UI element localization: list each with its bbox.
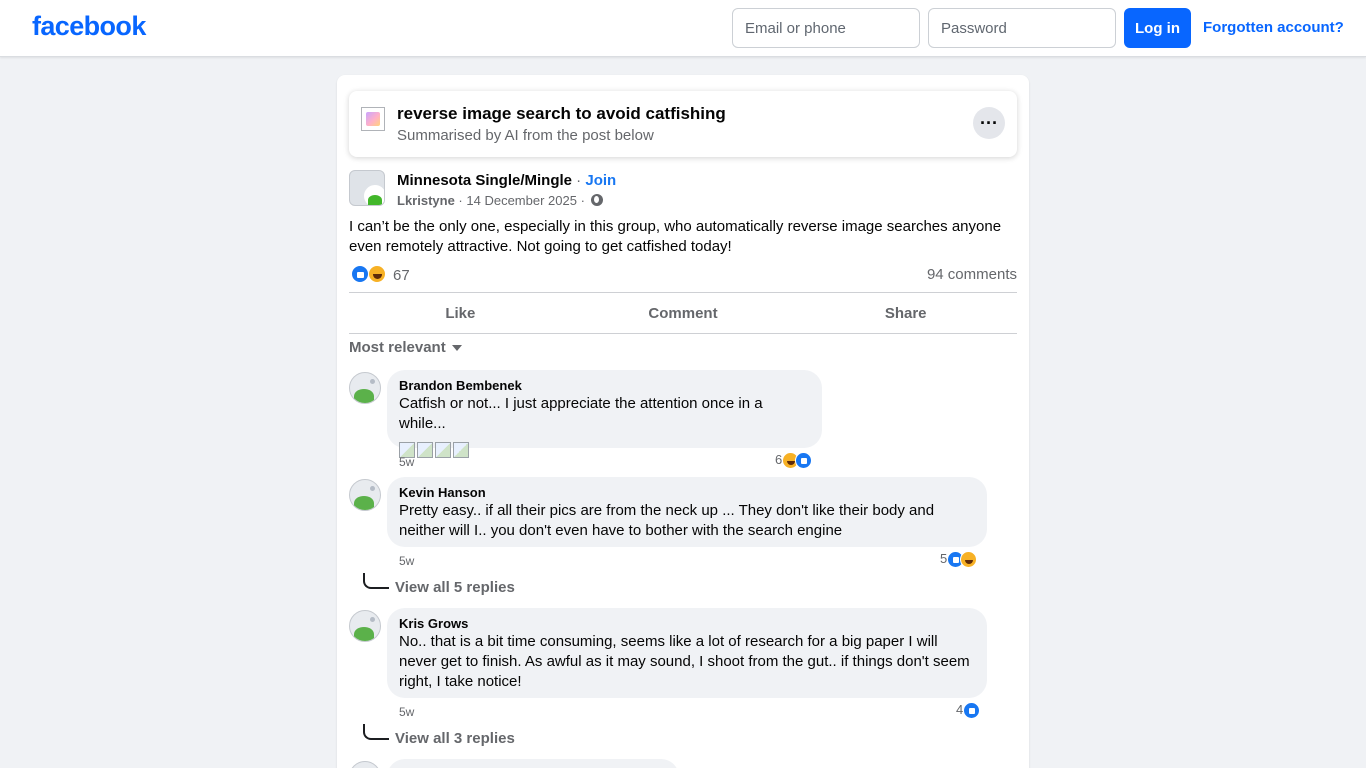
comment-reaction-count: 6: [775, 452, 783, 467]
commenter-avatar[interactable]: [349, 761, 381, 768]
comment-text: Catfish or not... I just appreciate the …: [399, 395, 763, 432]
comment-sort-dropdown[interactable]: Most relevant: [349, 339, 462, 356]
view-replies-link[interactable]: View all 3 replies: [395, 730, 515, 747]
comment-bubble: Kris Grows No.. that is a bit time consu…: [387, 608, 987, 698]
comment-reaction-count: 5: [940, 551, 948, 566]
separator: ·: [576, 193, 589, 208]
facebook-logo[interactable]: facebook: [32, 11, 146, 42]
summary-title: reverse image search to avoid catfishing: [397, 104, 726, 123]
like-reaction-icon[interactable]: [351, 265, 369, 283]
comment-text: Pretty easy.. if all their pics are from…: [399, 502, 935, 539]
group-avatar[interactable]: [349, 170, 385, 206]
post-date[interactable]: 14 December 2025: [466, 193, 577, 208]
post-meta: Lkristyne · 14 December 2025 ·: [397, 193, 603, 208]
ai-summary-box: reverse image search to avoid catfishing…: [349, 91, 1017, 157]
top-navbar: facebook Log in Forgotten account?: [0, 0, 1366, 57]
comment-button[interactable]: Comment: [572, 293, 795, 333]
post-actions: Like Comment Share: [349, 292, 1017, 334]
share-button[interactable]: Share: [794, 293, 1017, 333]
group-name-link[interactable]: Minnesota Single/Mingle: [397, 172, 572, 189]
commenter-avatar[interactable]: [349, 372, 381, 404]
comment-reactions[interactable]: 4: [956, 702, 981, 720]
login-button[interactable]: Log in: [1124, 8, 1191, 48]
comment-timestamp[interactable]: 5w: [399, 455, 414, 469]
haha-reaction-icon: [960, 551, 978, 569]
comments-count[interactable]: 94 comments: [927, 266, 1017, 283]
separator: ·: [572, 172, 586, 189]
globe-icon: [590, 194, 603, 206]
reply-connector: [363, 573, 389, 589]
comment-text: No.. that is a bit time consuming, seems…: [399, 633, 970, 690]
commenter-name[interactable]: Kris Grows: [399, 616, 975, 632]
email-field[interactable]: [732, 8, 920, 48]
group-name-line: Minnesota Single/Mingle · Join: [397, 172, 616, 189]
author-link[interactable]: Lkristyne: [397, 193, 455, 208]
summary-image-icon: [361, 107, 385, 131]
like-button[interactable]: Like: [349, 293, 572, 333]
separator: ·: [454, 193, 467, 208]
commenter-avatar[interactable]: [349, 479, 381, 511]
reply-connector: [363, 724, 389, 740]
more-options-button[interactable]: ···: [973, 107, 1005, 139]
forgotten-account-link[interactable]: Forgotten account?: [1203, 19, 1344, 36]
emoji-image-icon: [453, 442, 469, 458]
reaction-count[interactable]: 67: [393, 267, 410, 284]
commenter-name[interactable]: Brandon Bembenek: [399, 378, 810, 394]
join-link[interactable]: Join: [585, 172, 616, 189]
comment-bubble: [387, 759, 679, 768]
post-card: reverse image search to avoid catfishing…: [337, 75, 1029, 768]
comment-timestamp[interactable]: 5w: [399, 554, 414, 568]
comment-timestamp[interactable]: 5w: [399, 705, 414, 719]
comment-reactions[interactable]: 6: [775, 452, 813, 470]
author-avatar: [364, 185, 384, 205]
like-reaction-icon: [795, 452, 813, 470]
commenter-avatar[interactable]: [349, 610, 381, 642]
emoji-image-icon: [417, 442, 433, 458]
emoji-image-icon: [435, 442, 451, 458]
sort-label: Most relevant: [349, 339, 446, 356]
comment-reaction-count: 4: [956, 702, 964, 717]
summary-subtitle: Summarised by AI from the post below: [397, 127, 654, 144]
comment-bubble: Kevin Hanson Pretty easy.. if all their …: [387, 477, 987, 547]
caret-down-icon: [451, 345, 462, 351]
comment-bubble: Brandon Bembenek Catfish or not... I jus…: [387, 370, 822, 458]
password-field[interactable]: [928, 8, 1116, 48]
commenter-name[interactable]: Kevin Hanson: [399, 485, 975, 501]
haha-reaction-icon[interactable]: [368, 265, 386, 283]
comment-reactions[interactable]: 5: [940, 551, 978, 569]
view-replies-link[interactable]: View all 5 replies: [395, 579, 515, 596]
like-reaction-icon: [963, 702, 981, 720]
reaction-summary: 67 94 comments: [349, 264, 1017, 286]
emoji-images: [399, 442, 810, 458]
post-text: I can’t be the only one, especially in t…: [349, 218, 1002, 255]
